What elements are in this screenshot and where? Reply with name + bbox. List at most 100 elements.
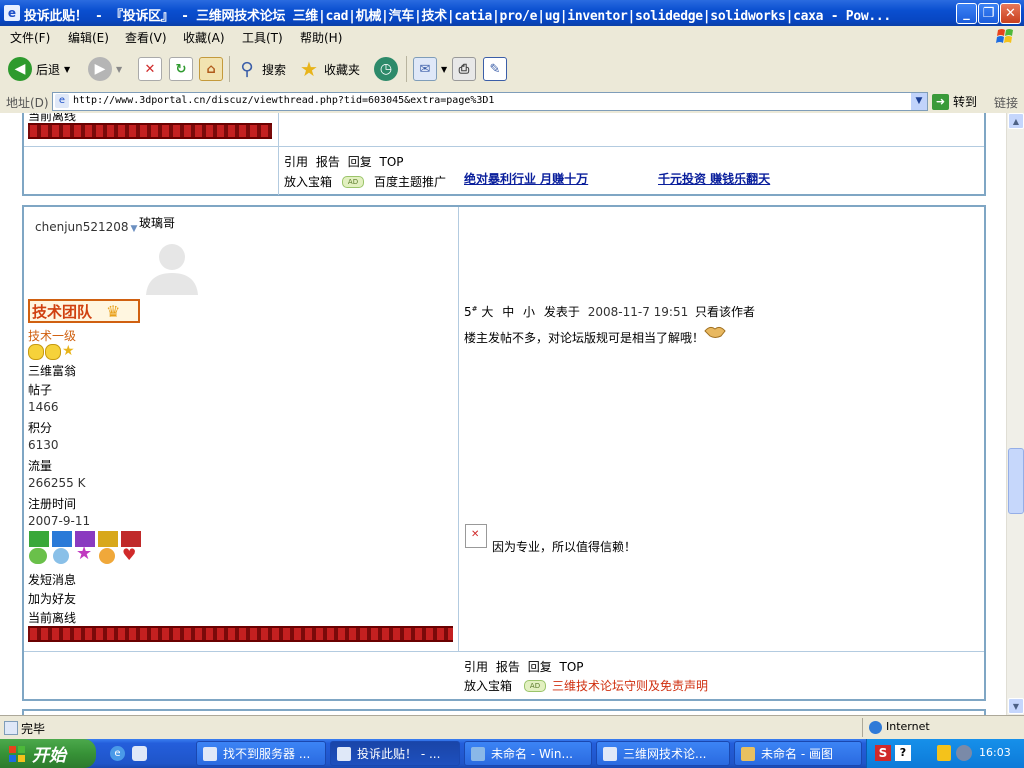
task-button[interactable]: 未命名 - Win... bbox=[464, 741, 592, 766]
network-icon[interactable] bbox=[956, 745, 972, 761]
search-button[interactable]: ⚲ 搜索 bbox=[236, 54, 286, 84]
home-icon: ⌂ bbox=[199, 57, 223, 81]
task-label: 未命名 - 画图 bbox=[761, 747, 833, 761]
task-button-active[interactable]: 投诉此贴！ - ... bbox=[330, 741, 460, 766]
ad-badge: AD bbox=[524, 679, 547, 692]
ie-icon: e bbox=[4, 5, 20, 21]
ad-link[interactable]: 千元投资 赚钱乐翻天 bbox=[658, 170, 770, 187]
font-large[interactable]: 大 bbox=[481, 305, 493, 319]
stop-button[interactable]: ✕ bbox=[138, 54, 162, 84]
forward-button[interactable]: ▶ ▼ bbox=[88, 54, 122, 84]
close-button[interactable]: ✕ bbox=[1000, 3, 1021, 24]
report-link[interactable]: 报告 bbox=[316, 155, 340, 169]
maximize-button[interactable]: ❐ bbox=[978, 3, 999, 24]
post-header: 5# 大 中 小 发表于 2008-11-7 19:51 只看该作者 bbox=[464, 303, 755, 320]
refresh-button[interactable]: ↻ bbox=[169, 54, 193, 84]
windows-logo-icon bbox=[996, 29, 1013, 43]
box-link[interactable]: 放入宝箱 bbox=[464, 677, 512, 694]
medal-icon bbox=[98, 531, 118, 547]
medal-icon bbox=[52, 531, 72, 547]
quote-link[interactable]: 引用 bbox=[464, 660, 488, 674]
font-medium[interactable]: 中 bbox=[502, 305, 514, 319]
chevron-down-icon: ▼ bbox=[64, 64, 71, 74]
back-arrow-icon: ◀ bbox=[8, 57, 32, 81]
task-button[interactable]: 未命名 - 画图 bbox=[734, 741, 862, 766]
printer-icon: ⎙ bbox=[452, 57, 476, 81]
links-label[interactable]: 链接 bbox=[994, 94, 1018, 111]
divider bbox=[24, 651, 984, 652]
page-content: 当前离线 引用 报告 回复 TOP 放入宝箱 AD 百度主题推广 绝对暴利行业 … bbox=[0, 113, 1006, 715]
ie-quicklaunch-icon[interactable]: e bbox=[110, 746, 125, 761]
menu-tools[interactable]: 工具(T) bbox=[242, 29, 283, 46]
mail-button[interactable]: ✉ ▼ bbox=[413, 54, 447, 84]
font-small[interactable]: 小 bbox=[523, 305, 535, 319]
print-button[interactable]: ⎙ bbox=[452, 54, 476, 84]
ad-text[interactable]: 百度主题推广 bbox=[374, 173, 446, 190]
heart-icon: ♥ bbox=[122, 545, 137, 564]
minimize-button[interactable]: _ bbox=[956, 3, 977, 24]
back-button[interactable]: ◀ 后退 ▼ bbox=[8, 54, 70, 84]
task-label: 投诉此贴！ - ... bbox=[357, 747, 441, 761]
vertical-scrollbar[interactable]: ▲ ▼ bbox=[1006, 113, 1024, 715]
go-label: 转到 bbox=[953, 95, 978, 109]
divider bbox=[24, 146, 984, 147]
reply-link[interactable]: 回复 bbox=[528, 660, 552, 674]
home-button[interactable]: ⌂ bbox=[199, 54, 223, 84]
menu-favorites[interactable]: 收藏(A) bbox=[183, 29, 225, 46]
forward-arrow-icon: ▶ bbox=[88, 57, 112, 81]
sogou-icon[interactable]: S bbox=[875, 745, 891, 761]
toolbar: ◀ 后退 ▼ ▶ ▼ ✕ ↻ ⌂ ⚲ 搜索 ★ 收藏夹 ◷ ✉ ▼ ⎙ ✎ bbox=[0, 48, 1024, 91]
username[interactable]: chenjun521208 ▼ bbox=[35, 220, 137, 234]
post-time: 2008-11-7 19:51 bbox=[587, 305, 689, 319]
medal-icon bbox=[29, 531, 49, 547]
mail-icon: ✉ bbox=[413, 57, 437, 81]
box-link[interactable]: 放入宝箱 bbox=[284, 173, 332, 190]
divider bbox=[458, 207, 459, 651]
address-input[interactable]: e http://www.3dportal.cn/discuz/viewthre… bbox=[52, 92, 928, 111]
send-message-link[interactable]: 发短消息 bbox=[28, 571, 76, 588]
start-label: 开始 bbox=[32, 746, 66, 766]
favorites-button[interactable]: ★ 收藏夹 bbox=[298, 54, 360, 84]
go-button[interactable]: ➜ 转到 bbox=[932, 93, 977, 110]
floor-number: 5# bbox=[464, 305, 478, 319]
start-button[interactable]: 开始 bbox=[0, 739, 96, 768]
ie-icon bbox=[603, 746, 617, 761]
ad-link[interactable]: 绝对暴利行业 月赚十万 bbox=[464, 170, 588, 187]
status-text: 完毕 bbox=[21, 722, 46, 736]
history-button[interactable]: ◷ bbox=[374, 54, 398, 84]
help-icon[interactable]: ? bbox=[895, 745, 911, 761]
report-link[interactable]: 报告 bbox=[496, 660, 520, 674]
desktop-quicklaunch-icon[interactable] bbox=[132, 746, 147, 761]
edit-button[interactable]: ✎ bbox=[483, 54, 507, 84]
menu-file[interactable]: 文件(F) bbox=[10, 29, 50, 46]
add-friend-link[interactable]: 加为好友 bbox=[28, 590, 76, 607]
address-label: 地址(D) bbox=[6, 96, 49, 110]
address-bar: 地址(D) e http://www.3dportal.cn/discuz/vi… bbox=[0, 90, 1024, 114]
post-actions: 引用 报告 回复 TOP bbox=[464, 658, 584, 675]
medal-icon bbox=[99, 548, 115, 564]
user-title: 玻璃哥 bbox=[139, 216, 176, 230]
ad-badge: AD bbox=[342, 175, 365, 188]
quote-link[interactable]: 引用 bbox=[284, 155, 308, 169]
ad-link[interactable]: 三维技术论坛守则及免责声明 bbox=[552, 677, 708, 694]
top-link[interactable]: TOP bbox=[380, 155, 404, 169]
stat-label: 帖子 bbox=[28, 383, 53, 397]
menu-help[interactable]: 帮助(H) bbox=[300, 29, 342, 46]
scroll-down-icon[interactable]: ▼ bbox=[1008, 698, 1024, 714]
clock[interactable]: 16:03 bbox=[979, 746, 1011, 759]
handshake-icon bbox=[704, 326, 726, 338]
scroll-thumb[interactable] bbox=[1008, 448, 1024, 514]
only-author-link[interactable]: 只看该作者 bbox=[695, 305, 755, 319]
task-button[interactable]: 三维网技术论... bbox=[596, 741, 730, 766]
task-button[interactable]: 找不到服务器 ... bbox=[196, 741, 326, 766]
scroll-up-icon[interactable]: ▲ bbox=[1008, 113, 1024, 129]
address-dropdown-icon[interactable]: ▼ bbox=[911, 93, 927, 110]
menu-view[interactable]: 查看(V) bbox=[125, 29, 167, 46]
back-label: 后退 bbox=[36, 62, 61, 77]
menu-edit[interactable]: 编辑(E) bbox=[68, 29, 109, 46]
toolbar-separator bbox=[229, 56, 230, 82]
top-link[interactable]: TOP bbox=[560, 660, 584, 674]
reply-link[interactable]: 回复 bbox=[348, 155, 372, 169]
page-icon bbox=[4, 721, 18, 735]
shield-icon[interactable] bbox=[937, 745, 951, 761]
